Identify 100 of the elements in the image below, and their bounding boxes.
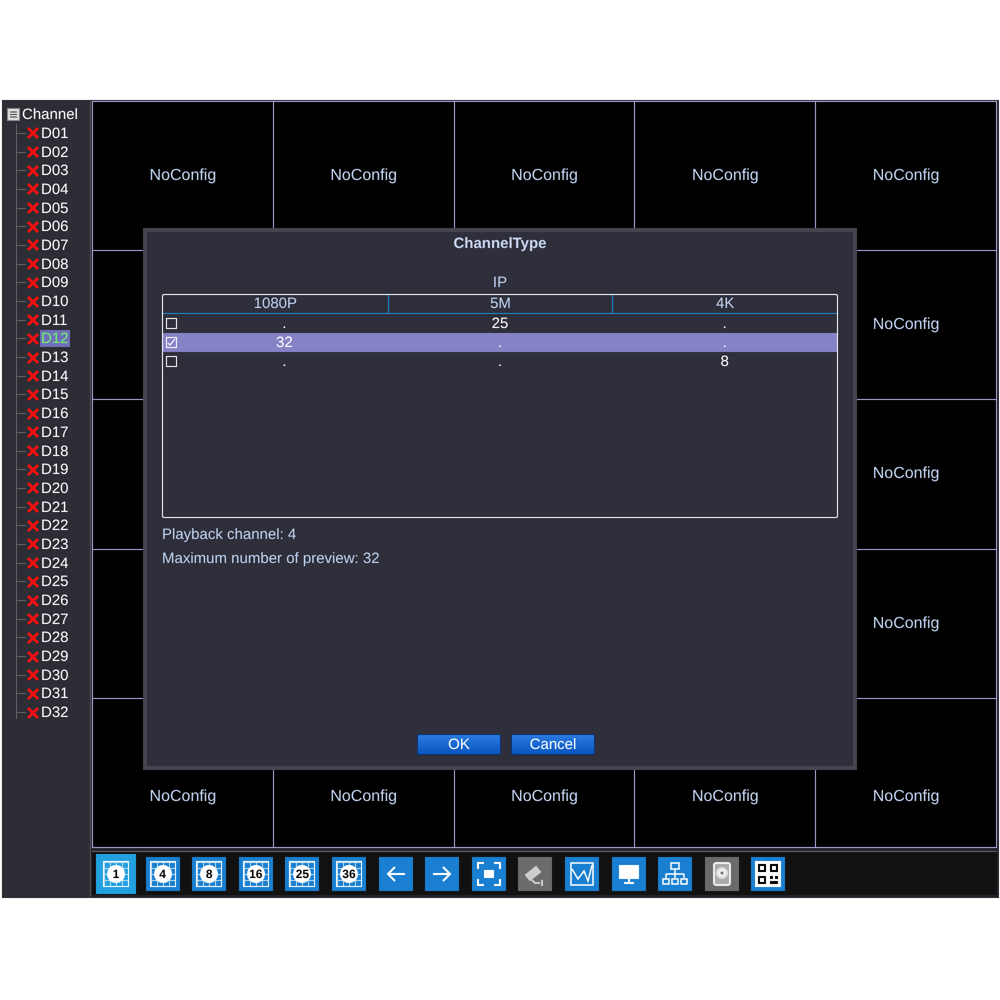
monitor-button[interactable] [612, 856, 646, 890]
chart-icon [568, 860, 595, 886]
table-cell-text: 32 [274, 333, 294, 352]
forward-button[interactable] [425, 856, 460, 890]
layout-button[interactable]: 16 [238, 856, 273, 890]
network-icon [662, 860, 688, 886]
layout-button[interactable]: 1 [99, 856, 133, 890]
channel-item[interactable]: D07 [40, 236, 70, 254]
qrcode-icon [755, 860, 782, 886]
channel-item[interactable]: D08 [40, 256, 70, 273]
column-header: 5M [388, 295, 612, 313]
channel-item[interactable]: D23 [40, 536, 70, 553]
offline-x-icon [26, 276, 40, 290]
channel-item[interactable]: D22 [40, 517, 70, 534]
sidebar-title: Channel [22, 106, 78, 123]
table-cell-text: . [496, 333, 504, 352]
channel-item[interactable]: D31 [40, 685, 70, 702]
offline-x-icon [26, 313, 40, 328]
checkbox[interactable] [166, 337, 177, 348]
info-text: Playback channel: 4 [162, 526, 298, 543]
tile-label: NoConfig [872, 788, 940, 806]
channel-item[interactable]: D05 [40, 200, 70, 217]
channel-item[interactable]: D16 [40, 405, 70, 422]
offline-x-icon [26, 388, 40, 402]
channel-item[interactable]: D28 [40, 629, 70, 646]
channel-item[interactable]: D02 [40, 144, 70, 161]
channel-item[interactable]: D27 [40, 610, 70, 628]
offline-x-icon [26, 706, 40, 720]
channel-item[interactable]: D10 [40, 293, 70, 310]
channel-item[interactable]: D32 [40, 704, 70, 722]
offline-x-icon [26, 145, 40, 160]
channel-item[interactable]: D17 [40, 424, 70, 441]
offline-x-icon [26, 650, 40, 664]
offline-x-icon [26, 425, 40, 440]
offline-x-icon [26, 350, 40, 365]
channel-item[interactable]: D11 [40, 312, 68, 329]
layout-button[interactable]: 25 [285, 856, 320, 890]
table-cell-text: 8 [719, 352, 730, 371]
fullscreen-button[interactable] [472, 856, 506, 890]
channel-item[interactable]: D01 [40, 124, 70, 142]
ok-button[interactable]: OK [417, 734, 501, 755]
cancel-button[interactable]: Cancel [511, 734, 595, 755]
tile-label: NoConfig [872, 465, 940, 484]
tile-label: NoConfig [692, 167, 759, 186]
channel-item[interactable]: D18 [40, 442, 70, 460]
offline-x-icon [26, 182, 40, 196]
video-tile[interactable]: NoConfig [816, 102, 996, 250]
offline-x-icon [26, 686, 40, 701]
offline-x-icon [26, 257, 40, 272]
chart-button[interactable] [564, 856, 599, 890]
channel-item[interactable]: D30 [40, 666, 70, 684]
offline-x-icon [26, 332, 40, 346]
channel-item[interactable]: D24 [40, 554, 70, 572]
channel-item[interactable]: D04 [40, 180, 70, 198]
table-cell-text: . [281, 314, 288, 333]
offline-x-icon [26, 238, 40, 252]
offline-x-icon [26, 612, 40, 626]
tile-label: NoConfig [330, 788, 398, 806]
layout-button[interactable]: 8 [192, 856, 226, 890]
channel-item[interactable]: D19 [40, 461, 70, 478]
table-cell-text: . [281, 352, 288, 371]
channel-item[interactable]: D06 [40, 218, 70, 236]
back-button[interactable] [378, 856, 413, 890]
layout-button[interactable]: 36 [332, 856, 366, 890]
offline-x-icon [26, 462, 40, 477]
channel-item[interactable]: D25 [40, 573, 70, 590]
column-header: 1080P [252, 295, 298, 313]
channel-item[interactable]: D26 [40, 592, 70, 610]
channel-item[interactable]: D03 [40, 162, 70, 180]
channel-item[interactable]: D20 [40, 480, 70, 497]
channel-item[interactable]: D21 [40, 498, 70, 516]
table-cell-text: 25 [490, 314, 510, 333]
offline-x-icon [26, 668, 40, 682]
info-text: Maximum number of preview: 32 [162, 550, 380, 567]
offline-x-icon [26, 220, 40, 234]
tile-label: NoConfig [330, 167, 398, 186]
offline-x-icon [26, 537, 40, 552]
offline-x-icon [26, 201, 40, 216]
channel-item[interactable]: D29 [40, 648, 70, 666]
offline-x-icon [26, 369, 40, 384]
tile-label: NoConfig [150, 788, 216, 806]
offline-x-icon [26, 406, 40, 421]
channel-item[interactable]: D14 [40, 368, 70, 385]
channel-item[interactable]: D09 [40, 274, 70, 292]
qrcode-button[interactable] [751, 856, 786, 890]
network-button[interactable] [658, 856, 692, 890]
layout-button[interactable]: 4 [146, 856, 180, 890]
channel-item[interactable]: D15 [40, 386, 70, 404]
offline-x-icon [26, 294, 40, 309]
table-cell-text: . [722, 333, 728, 352]
table-cell-text: . [496, 352, 504, 371]
list-icon [7, 108, 20, 121]
offline-x-icon [26, 630, 40, 645]
checkbox[interactable] [166, 318, 177, 329]
channel-item[interactable]: D13 [40, 349, 70, 366]
checkbox[interactable] [166, 356, 177, 367]
group-label: IP [492, 274, 508, 291]
offline-x-icon [26, 126, 40, 140]
offline-x-icon [26, 444, 40, 458]
fullscreen-icon [476, 860, 502, 886]
